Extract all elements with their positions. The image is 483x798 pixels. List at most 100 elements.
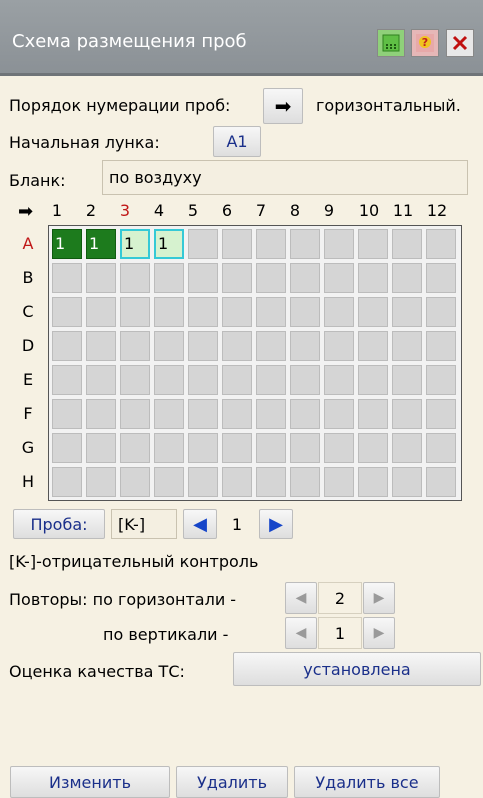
- well-cell[interactable]: [256, 365, 286, 395]
- well-cell[interactable]: [426, 467, 456, 497]
- delete-all-button[interactable]: Удалить все: [294, 766, 440, 798]
- well-cell[interactable]: [324, 229, 354, 259]
- well-cell[interactable]: [358, 365, 388, 395]
- well-cell[interactable]: [358, 331, 388, 361]
- sample-button[interactable]: Проба:: [13, 509, 105, 539]
- well-cell[interactable]: [86, 331, 116, 361]
- change-button[interactable]: Изменить: [10, 766, 170, 798]
- well-cell[interactable]: [256, 433, 286, 463]
- well-cell[interactable]: [154, 365, 184, 395]
- well-cell[interactable]: [324, 263, 354, 293]
- well-cell[interactable]: [86, 297, 116, 327]
- well-cell[interactable]: [256, 229, 286, 259]
- well-cell[interactable]: 1: [120, 229, 150, 259]
- well-cell[interactable]: [86, 433, 116, 463]
- well-cell[interactable]: [358, 399, 388, 429]
- well-cell[interactable]: [222, 263, 252, 293]
- well-cell[interactable]: 1: [52, 229, 82, 259]
- well-cell[interactable]: [188, 399, 218, 429]
- sample-type-field[interactable]: [K-]: [111, 509, 177, 539]
- well-cell[interactable]: [154, 263, 184, 293]
- well-cell[interactable]: [52, 467, 82, 497]
- well-cell[interactable]: [222, 229, 252, 259]
- well-cell[interactable]: [256, 331, 286, 361]
- well-cell[interactable]: [256, 297, 286, 327]
- well-cell[interactable]: [52, 433, 82, 463]
- well-cell[interactable]: [52, 331, 82, 361]
- quality-status-button[interactable]: установлена: [233, 652, 481, 686]
- well-cell[interactable]: [290, 331, 320, 361]
- well-cell[interactable]: [324, 331, 354, 361]
- well-cell[interactable]: [392, 263, 422, 293]
- well-cell[interactable]: [188, 297, 218, 327]
- well-cell[interactable]: [256, 263, 286, 293]
- well-cell[interactable]: [86, 365, 116, 395]
- sample-prev-button[interactable]: ◀: [183, 509, 217, 539]
- well-cell[interactable]: [426, 365, 456, 395]
- well-cell[interactable]: [154, 399, 184, 429]
- well-cell[interactable]: [392, 297, 422, 327]
- well-cell[interactable]: [222, 365, 252, 395]
- well-cell[interactable]: [86, 467, 116, 497]
- well-cell[interactable]: 1: [86, 229, 116, 259]
- well-cell[interactable]: [290, 263, 320, 293]
- well-cell[interactable]: [52, 263, 82, 293]
- well-cell[interactable]: [392, 433, 422, 463]
- sample-next-button[interactable]: ▶: [259, 509, 293, 539]
- well-cell[interactable]: [120, 297, 150, 327]
- well-cell[interactable]: [358, 263, 388, 293]
- well-cell[interactable]: [154, 297, 184, 327]
- well-cell[interactable]: [86, 263, 116, 293]
- vertical-increase-button[interactable]: ▶: [363, 617, 395, 649]
- well-cell[interactable]: [392, 229, 422, 259]
- well-cell[interactable]: 1: [154, 229, 184, 259]
- well-cell[interactable]: [392, 467, 422, 497]
- help-icon[interactable]: ?: [411, 29, 439, 57]
- well-cell[interactable]: [392, 365, 422, 395]
- well-cell[interactable]: [154, 433, 184, 463]
- well-cell[interactable]: [324, 467, 354, 497]
- horizontal-increase-button[interactable]: ▶: [363, 582, 395, 614]
- numbering-direction-button[interactable]: ➡: [263, 88, 303, 124]
- well-cell[interactable]: [358, 433, 388, 463]
- well-cell[interactable]: [222, 331, 252, 361]
- well-cell[interactable]: [120, 467, 150, 497]
- well-cell[interactable]: [324, 399, 354, 429]
- well-cell[interactable]: [324, 433, 354, 463]
- well-cell[interactable]: [426, 331, 456, 361]
- well-cell[interactable]: [358, 467, 388, 497]
- well-cell[interactable]: [188, 433, 218, 463]
- well-cell[interactable]: [120, 433, 150, 463]
- well-cell[interactable]: [86, 399, 116, 429]
- delete-button[interactable]: Удалить: [176, 766, 288, 798]
- well-cell[interactable]: [52, 297, 82, 327]
- well-cell[interactable]: [256, 399, 286, 429]
- well-cell[interactable]: [154, 331, 184, 361]
- close-icon[interactable]: [446, 29, 474, 57]
- well-cell[interactable]: [426, 399, 456, 429]
- well-cell[interactable]: [120, 331, 150, 361]
- well-cell[interactable]: [290, 365, 320, 395]
- well-cell[interactable]: [290, 399, 320, 429]
- vertical-decrease-button[interactable]: ◀: [285, 617, 317, 649]
- well-cell[interactable]: [188, 365, 218, 395]
- start-well-button[interactable]: A1: [213, 126, 261, 157]
- blank-field[interactable]: по воздуху: [102, 160, 468, 195]
- well-cell[interactable]: [392, 399, 422, 429]
- well-cell[interactable]: [188, 229, 218, 259]
- well-cell[interactable]: [426, 263, 456, 293]
- well-cell[interactable]: [426, 229, 456, 259]
- well-cell[interactable]: [222, 399, 252, 429]
- well-cell[interactable]: [222, 467, 252, 497]
- well-cell[interactable]: [222, 433, 252, 463]
- well-cell[interactable]: [392, 331, 422, 361]
- well-cell[interactable]: [358, 297, 388, 327]
- well-cell[interactable]: [154, 467, 184, 497]
- well-cell[interactable]: [188, 467, 218, 497]
- well-cell[interactable]: [256, 467, 286, 497]
- well-cell[interactable]: [324, 365, 354, 395]
- well-cell[interactable]: [52, 365, 82, 395]
- well-cell[interactable]: [188, 331, 218, 361]
- well-cell[interactable]: [324, 297, 354, 327]
- well-cell[interactable]: [120, 263, 150, 293]
